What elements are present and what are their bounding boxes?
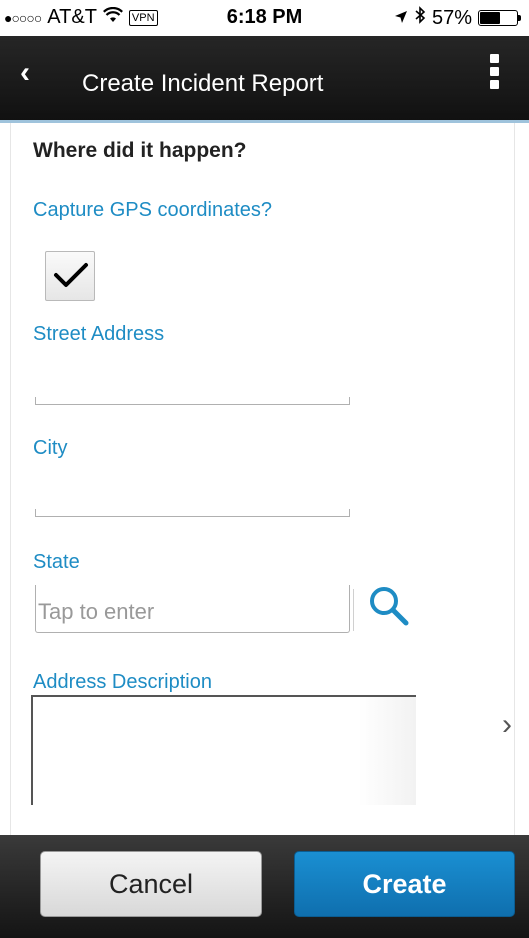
state-input[interactable]: Tap to enter bbox=[35, 585, 350, 633]
gps-label: Capture GPS coordinates? bbox=[33, 199, 273, 221]
battery-tip bbox=[518, 15, 521, 21]
form-content: Where did it happen? Capture GPS coordin… bbox=[10, 123, 515, 835]
kebab-dot bbox=[490, 54, 499, 63]
chevron-right-icon[interactable]: › bbox=[502, 708, 512, 742]
status-right: 57% bbox=[394, 6, 521, 30]
kebab-dot bbox=[490, 80, 499, 89]
page-title: Create Incident Report bbox=[82, 70, 324, 97]
state-divider bbox=[353, 589, 354, 631]
back-button[interactable]: ‹ bbox=[20, 56, 30, 90]
address-description-textarea[interactable] bbox=[31, 695, 416, 805]
cancel-button[interactable]: Cancel bbox=[40, 851, 262, 917]
search-icon bbox=[370, 587, 409, 626]
street-address-label: Street Address bbox=[33, 323, 165, 345]
city-input[interactable] bbox=[35, 509, 350, 517]
section-heading: Where did it happen? bbox=[33, 139, 247, 162]
location-arrow-icon bbox=[394, 7, 408, 30]
address-description-label: Address Description bbox=[33, 671, 212, 693]
street-address-input[interactable] bbox=[35, 397, 350, 405]
city-label: City bbox=[33, 437, 68, 459]
status-bar: ●○○○○ AT&T VPN 6:18 PM 57% bbox=[0, 0, 529, 36]
bluetooth-icon bbox=[414, 6, 426, 30]
kebab-dot bbox=[490, 67, 499, 76]
kebab-menu-icon[interactable] bbox=[490, 54, 499, 89]
battery-icon bbox=[478, 10, 521, 26]
battery-fill bbox=[480, 12, 500, 24]
footer-toolbar: Cancel Create bbox=[0, 835, 529, 938]
state-search-button[interactable] bbox=[366, 583, 416, 633]
gps-checkbox[interactable] bbox=[45, 251, 95, 301]
battery-body bbox=[478, 10, 518, 26]
create-button[interactable]: Create bbox=[294, 851, 515, 917]
checkmark-icon bbox=[54, 263, 88, 287]
battery-percent: 57% bbox=[431, 6, 472, 29]
state-label: State bbox=[33, 551, 80, 573]
chevron-left-icon: ‹ bbox=[20, 56, 30, 89]
nav-header: ‹ Create Incident Report bbox=[0, 36, 529, 123]
